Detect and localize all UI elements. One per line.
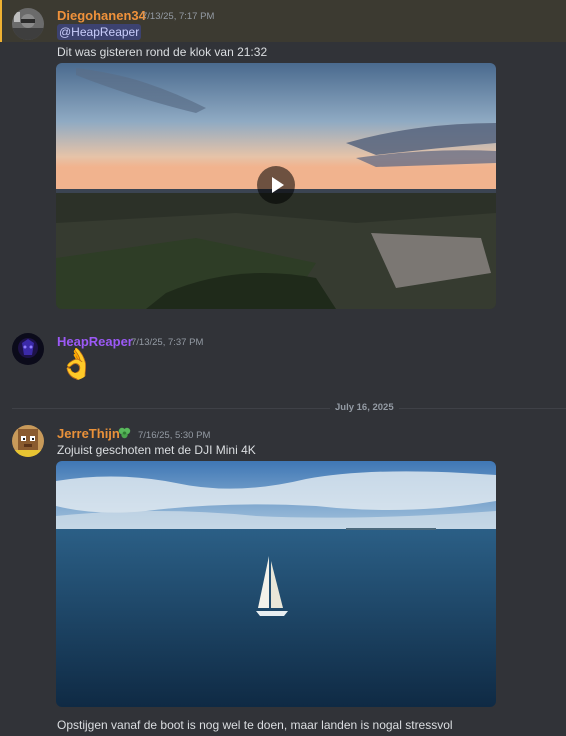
timestamp: 7/16/25, 5:30 PM — [138, 430, 211, 441]
image-attachment[interactable] — [56, 461, 496, 707]
date-divider-line — [12, 408, 566, 409]
username[interactable]: JerreThijn — [57, 426, 120, 441]
sailboat-photo — [56, 461, 496, 707]
message-text: Zojuist geschoten met de DJI Mini 4K — [57, 443, 256, 457]
play-icon — [272, 177, 284, 193]
emoji-ok-hand: 👌 — [58, 348, 96, 381]
avatar-jerrethijn[interactable] — [12, 425, 44, 457]
username[interactable]: Diegohanen34 — [57, 8, 146, 23]
video-attachment[interactable] — [56, 63, 496, 309]
mention-line: @HeapReaper — [57, 24, 142, 40]
play-button[interactable] — [257, 166, 295, 204]
avatar-heapreaper[interactable] — [12, 333, 44, 365]
timestamp: 7/13/25, 7:37 PM — [131, 337, 204, 348]
user-mention[interactable]: @HeapReaper — [57, 24, 142, 40]
timestamp: 7/13/25, 7:17 PM — [142, 11, 215, 22]
message-text: Dit was gisteren rond de klok van 21:32 — [57, 45, 268, 59]
date-divider: July 16, 2025 — [330, 402, 399, 413]
avatar-diegohanen34[interactable] — [12, 8, 44, 40]
followup-text: Opstijgen vanaf de boot is nog wel te do… — [57, 718, 453, 732]
